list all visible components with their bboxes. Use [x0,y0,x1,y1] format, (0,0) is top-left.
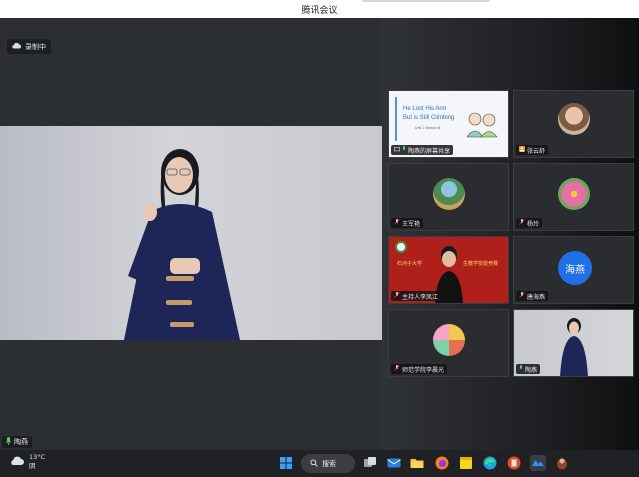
speaker-name: 陶燕 [14,438,28,446]
participant-tile[interactable]: 张云舒 [513,90,634,158]
participant-video-icon [560,318,588,376]
tile-label: 王军艳 [391,218,424,228]
task-view-icon[interactable] [362,455,378,471]
banner-text-right: 生教学技能竞赛 [463,261,499,267]
participant-tile[interactable]: 石河子大学 生教学技能竞赛 主持人李凤江 [388,236,509,304]
participant-avatar [558,103,590,135]
muted-microphone-icon [519,219,525,227]
weather-widget[interactable]: 13°C 阴 [10,453,45,471]
mail-icon[interactable] [386,455,402,471]
participant-tile[interactable]: 师范学院李晨光 [388,309,509,377]
tile-label: 唐海燕 [516,291,549,301]
university-logo [395,241,407,253]
taskbar-search[interactable]: 搜索 [301,454,355,473]
search-label: 搜索 [322,459,336,468]
screen-share-icon [394,146,401,154]
participant-name: 师范学院李晨光 [402,366,445,374]
slide-illustration-icon [466,112,498,138]
file-explorer-icon[interactable] [409,455,425,471]
participant-name: 主持人李凤江 [402,293,439,301]
title-bar: 腾讯会议 [0,0,639,18]
microphone-icon [402,146,406,154]
window-notch [362,0,490,2]
slide-title-line2: But is Still Climbing [403,115,455,121]
tile-label: 陶燕 [516,364,541,374]
participant-name: 杨玲 [527,220,540,228]
participant-avatar [433,178,465,210]
participant-tile[interactable]: 海燕 唐海燕 [513,236,634,304]
firefox-icon[interactable] [434,455,450,471]
search-icon [310,458,318,469]
slide-unit-label: Unit 1 Section B [415,126,441,130]
muted-microphone-icon [394,365,400,373]
participant-avatar [558,178,590,210]
tile-label: 主持人李凤江 [391,291,442,301]
sticky-notes-icon[interactable] [458,455,474,471]
muted-microphone-icon [394,219,400,227]
window-title: 腾讯会议 [301,6,338,16]
participant-avatar [433,324,465,356]
participant-tile-screen-share[interactable]: He Lost His Arm But is Still Climbing Un… [388,90,509,158]
participant-name: 王军艳 [402,220,421,228]
main-video-feed [0,126,382,340]
tile-label: 杨玲 [516,218,543,228]
recording-label: 录制中 [25,42,46,51]
muted-microphone-icon [519,292,525,300]
slide-title-line1: He Lost His Arm [403,106,447,112]
game-icon[interactable] [554,455,570,471]
participant-name: 陶燕 [525,366,538,374]
tile-label: 陶燕的屏幕共享 [391,145,454,155]
powerpoint-icon[interactable] [506,455,522,471]
participant-gallery: He Lost His Arm But is Still Climbing Un… [382,18,639,450]
edge-icon[interactable] [482,455,498,471]
participant-tile[interactable]: 王军艳 [388,163,509,231]
weather-temperature: 13°C [29,453,46,461]
participant-tile[interactable]: 陶燕 [513,309,634,377]
tile-label: 张云舒 [516,145,549,155]
speaker-name-tag: 陶燕 [2,436,32,448]
main-stage: 录制中 陶燕 [0,18,382,450]
participant-name: 陶燕的屏幕共享 [408,147,451,155]
microphone-icon [6,437,11,447]
participant-tile[interactable]: 杨玲 [513,163,634,231]
muted-microphone-icon [394,292,400,300]
cloud-icon [12,42,21,51]
weather-description: 阴 [29,462,36,470]
microphone-icon [519,365,523,373]
banner-text-left: 石河子大学 [397,261,423,267]
speaker-video-icon [124,149,240,340]
recording-badge[interactable]: 录制中 [7,39,51,54]
taskbar: 13°C 阴 搜索 [0,450,639,477]
host-badge-icon [519,146,525,154]
slide-accent-bar [395,97,397,141]
participant-name: 唐海燕 [527,293,546,301]
participant-name: 张云舒 [527,147,546,155]
participant-avatar-text: 海燕 [558,251,592,285]
tencent-meeting-icon[interactable] [530,455,546,471]
tile-label: 师范学院李晨光 [391,364,448,374]
windows-start-icon[interactable] [278,455,294,471]
cloud-icon [10,456,24,469]
